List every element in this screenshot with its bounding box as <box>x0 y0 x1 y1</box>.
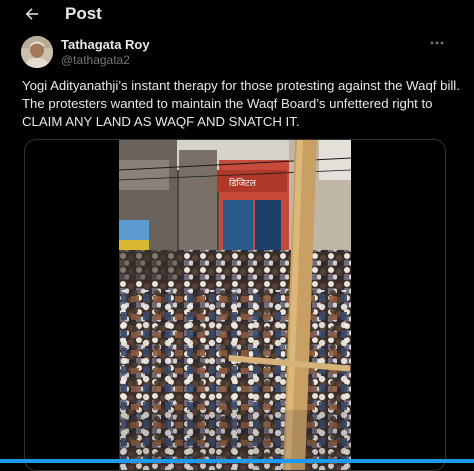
avatar-image <box>21 36 53 68</box>
video-player[interactable]: डिजिटल <box>119 140 351 470</box>
arrow-left-icon <box>25 8 38 20</box>
page-title: Post <box>65 4 102 23</box>
tweet-text: Yogi Adityanathji’s instant therapy for … <box>22 78 460 129</box>
author-name[interactable]: Tathagata Roy <box>61 37 150 53</box>
video-frame: डिजिटल <box>119 140 351 470</box>
back-button[interactable] <box>20 2 44 26</box>
media-container[interactable]: डिजिटल <box>24 139 446 471</box>
author-handle[interactable]: @tathagata2 <box>61 53 130 67</box>
avatar[interactable] <box>21 36 53 68</box>
top-bar: Post <box>0 0 474 30</box>
more-dots-icon <box>430 41 444 45</box>
more-options-button[interactable] <box>426 36 448 50</box>
accent-strip <box>0 459 474 463</box>
svg-text:डिजिटल: डिजिटल <box>229 177 257 189</box>
